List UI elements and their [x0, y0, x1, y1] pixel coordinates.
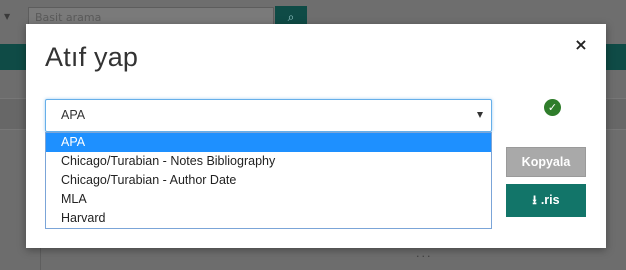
ellipsis: ... [416, 247, 433, 260]
option-chicago-author-date[interactable]: Chicago/Turabian - Author Date [46, 171, 491, 190]
download-ris-button[interactable]: ⭳ .ris [506, 184, 586, 217]
option-harvard[interactable]: Harvard [46, 209, 491, 228]
cite-modal: Atıf yap × APA APA Chicago/Turabian - No… [26, 24, 606, 248]
citation-style-options: APA Chicago/Turabian - Notes Bibliograph… [45, 132, 492, 229]
select-value: APA [61, 108, 86, 122]
search-icon: ⌕ [287, 10, 295, 24]
copy-button[interactable]: Kopyala [506, 147, 586, 177]
close-icon[interactable]: × [574, 36, 588, 54]
option-chicago-notes[interactable]: Chicago/Turabian - Notes Bibliography [46, 152, 491, 171]
check-circle-icon: ✓ [544, 99, 561, 116]
citation-style-select[interactable]: APA [45, 99, 492, 132]
option-apa[interactable]: APA [46, 133, 491, 152]
caret-down-icon: ▼ [4, 12, 11, 21]
option-mla[interactable]: MLA [46, 190, 491, 209]
ris-label: .ris [540, 193, 560, 207]
chevron-down-icon [477, 112, 483, 118]
download-icon: ⭳ [532, 193, 537, 207]
modal-title: Atıf yap [45, 42, 139, 72]
